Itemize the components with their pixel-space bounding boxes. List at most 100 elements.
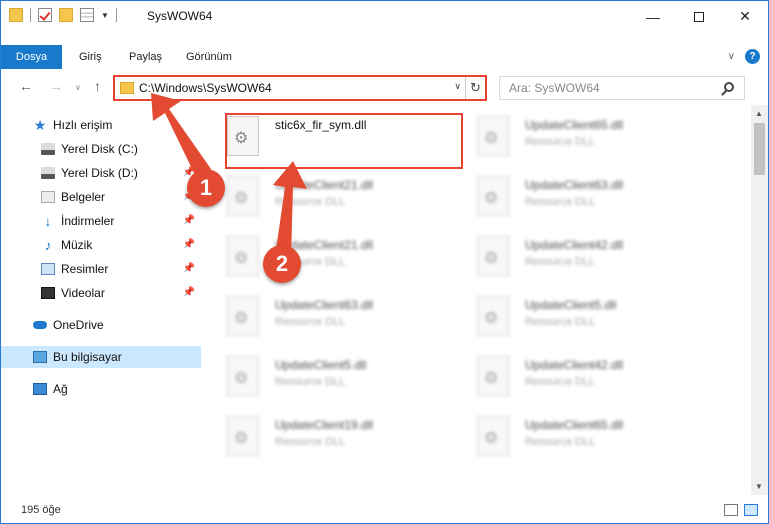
maximize-button[interactable] xyxy=(676,1,722,32)
back-button[interactable]: ← xyxy=(19,78,33,94)
search-box[interactable]: Ara: SysWOW64 xyxy=(499,76,745,100)
pin-icon[interactable]: 📌 xyxy=(183,143,195,154)
file-type: Resource DLL xyxy=(525,196,596,208)
sidebar-item-downloads[interactable]: ↓ İndirmeler 📌 xyxy=(1,210,201,232)
file-name: UpdateClient65.dll xyxy=(525,118,624,132)
sidebar-item-this-pc[interactable]: Bu bilgisayar xyxy=(1,346,201,368)
drive-icon xyxy=(41,143,55,155)
file-name: UpdateClient5.dll xyxy=(525,298,617,312)
file-item[interactable]: UpdateClient5.dll Resource DLL xyxy=(465,286,705,346)
expand-ribbon-icon[interactable]: ∨ xyxy=(728,51,735,62)
folder-icon xyxy=(120,82,134,94)
file-item[interactable]: UpdateClient21.dll Resource DLL xyxy=(215,226,455,286)
properties-check-icon[interactable] xyxy=(38,8,52,22)
drive-icon xyxy=(41,167,55,179)
file-item[interactable]: UpdateClient42.dll Resource DLL xyxy=(465,226,705,286)
music-icon: ♪ xyxy=(44,237,52,253)
help-icon[interactable]: ? xyxy=(745,49,760,64)
maximize-icon xyxy=(694,11,704,22)
dll-file-icon xyxy=(227,296,259,336)
file-item[interactable]: UpdateClient65.dll Resource DLL xyxy=(465,406,705,466)
close-button[interactable]: ✕ xyxy=(722,1,768,32)
sidebar-item-documents[interactable]: Belgeler 📌 xyxy=(1,186,201,208)
file-item[interactable]: UpdateClient19.dll Resource DLL xyxy=(215,406,455,466)
callout-step-2: 2 xyxy=(263,245,301,283)
tab-share[interactable]: Paylaş xyxy=(129,45,162,69)
sidebar-item-label: Yerel Disk (D:) xyxy=(61,166,138,180)
sidebar-item-label: Belgeler xyxy=(61,190,106,204)
forward-button[interactable]: → xyxy=(49,78,63,94)
tab-home[interactable]: Giriş xyxy=(79,45,102,69)
videos-icon xyxy=(41,287,55,299)
tab-file[interactable]: Dosya xyxy=(1,45,62,69)
dll-file-icon xyxy=(477,296,509,336)
file-type: Resource DLL xyxy=(275,316,346,328)
navigation-bar: ← → ∨ ↑ C:\Windows\SysWOW64 ∨ ↻ Ara: Sys… xyxy=(1,73,768,103)
sidebar-item-local-disk-c[interactable]: Yerel Disk (C:) 📌 xyxy=(1,138,201,160)
recent-locations-button[interactable]: ∨ xyxy=(75,83,81,92)
search-input[interactable]: Ara: SysWOW64 xyxy=(509,81,600,95)
pin-icon[interactable]: 📌 xyxy=(183,263,195,274)
file-item[interactable]: UpdateClient42.dll Resource DLL xyxy=(465,346,705,406)
dll-file-icon xyxy=(477,416,509,456)
sidebar-item-local-disk-d[interactable]: Yerel Disk (D:) 📌 xyxy=(1,162,201,184)
downloads-icon: ↓ xyxy=(44,213,52,229)
file-type: Resource DLL xyxy=(275,196,346,208)
file-item[interactable]: UpdateClient65.dll Resource DLL xyxy=(465,106,705,166)
scroll-up-icon[interactable]: ▲ xyxy=(755,109,763,118)
folder-icon xyxy=(9,8,23,22)
file-highlight-box xyxy=(225,113,463,169)
title-bar: ▼ SysWOW64 — ✕ xyxy=(1,1,768,32)
sidebar-item-quick-access[interactable]: ★ Hızlı erişim xyxy=(1,114,201,136)
new-folder-icon[interactable] xyxy=(59,8,73,22)
file-name: UpdateClient19.dll xyxy=(275,418,374,432)
sidebar-item-music[interactable]: ♪ Müzik 📌 xyxy=(1,234,201,256)
customize-icon[interactable] xyxy=(80,8,94,22)
file-type: Resource DLL xyxy=(525,376,596,388)
tab-view[interactable]: Görünüm xyxy=(186,45,232,69)
divider xyxy=(30,8,31,22)
details-view-icon[interactable] xyxy=(724,504,738,516)
scrollbar-thumb[interactable] xyxy=(754,123,765,175)
sidebar-item-label: Ağ xyxy=(53,382,68,396)
dll-file-icon xyxy=(227,236,259,276)
sidebar-item-label: Bu bilgisayar xyxy=(53,350,122,364)
sidebar-item-network[interactable]: Ağ xyxy=(1,378,201,400)
view-toggle xyxy=(724,504,758,516)
address-path[interactable]: C:\Windows\SysWOW64 xyxy=(139,81,272,95)
pin-icon[interactable]: 📌 xyxy=(183,215,195,226)
file-item[interactable]: UpdateClient63.dll Resource DLL xyxy=(215,286,455,346)
dll-file-icon xyxy=(477,356,509,396)
dll-file-icon xyxy=(227,416,259,456)
up-button[interactable]: ↑ xyxy=(94,78,101,94)
file-type: Resource DLL xyxy=(525,136,596,148)
file-item[interactable]: UpdateClient63.dll Resource DLL xyxy=(465,166,705,226)
address-dropdown-icon[interactable]: ∨ xyxy=(454,81,461,92)
vertical-scrollbar[interactable]: ▲ ▼ xyxy=(751,105,768,495)
callout-step-1: 1 xyxy=(187,169,225,207)
window-title: SysWOW64 xyxy=(147,9,213,23)
sidebar-item-pictures[interactable]: Resimler 📌 xyxy=(1,258,201,280)
tiles-view-icon[interactable] xyxy=(744,504,758,516)
file-item[interactable]: UpdateClient5.dll Resource DLL xyxy=(215,346,455,406)
search-icon[interactable] xyxy=(724,82,734,92)
file-item[interactable]: UpdateClient21.dll Resource DLL xyxy=(215,166,455,226)
chevron-down-icon[interactable]: ▼ xyxy=(101,11,109,20)
sidebar-item-label: Müzik xyxy=(61,238,93,252)
cloud-icon xyxy=(33,321,47,329)
pin-icon[interactable]: 📌 xyxy=(183,239,195,250)
minimize-button[interactable]: — xyxy=(630,1,676,32)
divider xyxy=(115,8,117,22)
ribbon-tabs: Dosya Giriş Paylaş Görünüm ∨ ? xyxy=(1,45,768,69)
refresh-button[interactable]: ↻ xyxy=(465,77,485,99)
pin-icon[interactable]: 📌 xyxy=(183,287,195,298)
sidebar-item-onedrive[interactable]: OneDrive xyxy=(1,314,201,336)
file-type: Resource DLL xyxy=(275,376,346,388)
address-bar[interactable]: C:\Windows\SysWOW64 ∨ ↻ xyxy=(113,75,487,101)
scroll-down-icon[interactable]: ▼ xyxy=(755,482,763,491)
file-type: Resource DLL xyxy=(525,436,596,448)
sidebar-item-videos[interactable]: Videolar 📌 xyxy=(1,282,201,304)
star-icon: ★ xyxy=(33,116,47,133)
file-name: UpdateClient5.dll xyxy=(275,358,367,372)
status-bar: 195 öğe xyxy=(1,499,768,523)
